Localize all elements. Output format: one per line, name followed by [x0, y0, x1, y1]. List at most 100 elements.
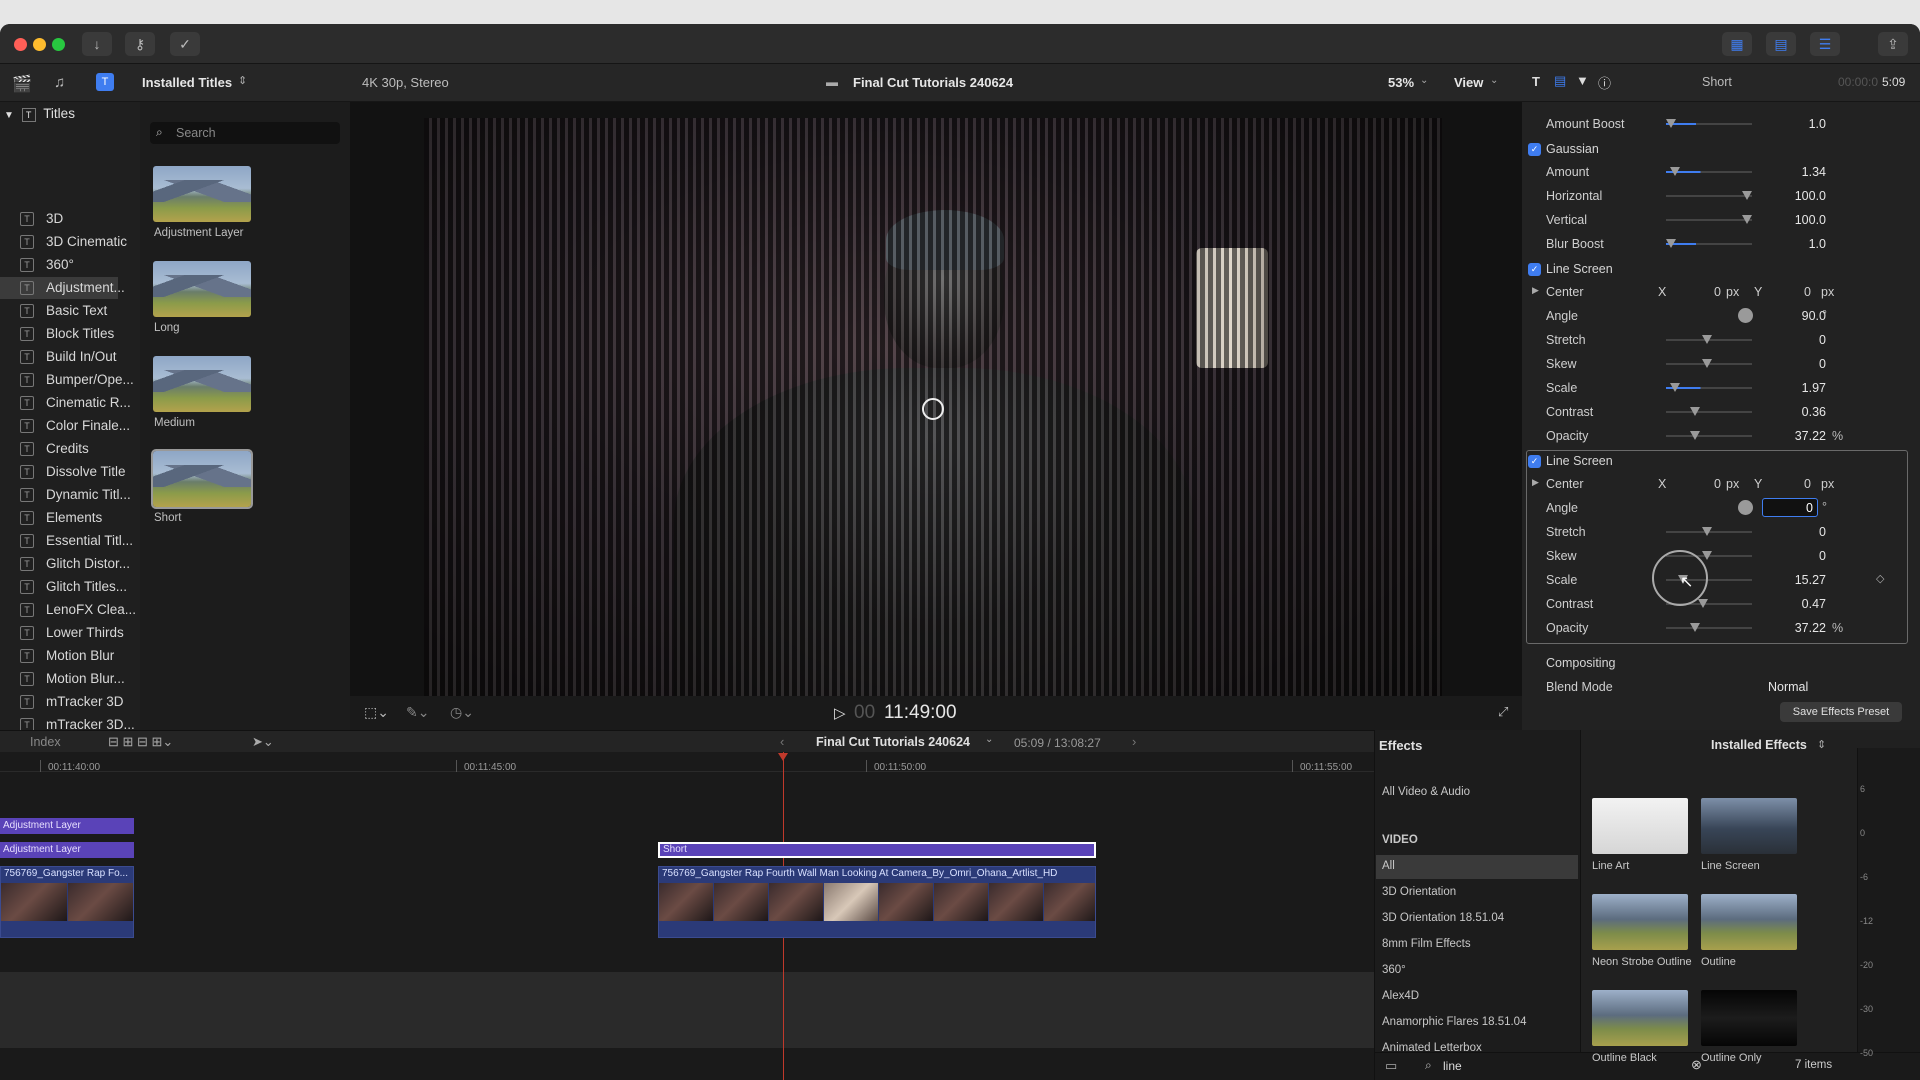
sidebar-item[interactable]: T Basic Text: [20, 300, 140, 322]
sidebar-item[interactable]: T Motion Blur: [20, 645, 140, 667]
video-inspector-icon[interactable]: ▤: [1554, 73, 1566, 89]
disclosure-triangle-icon[interactable]: ▼: [4, 110, 14, 121]
title-thumbnail[interactable]: [153, 166, 251, 222]
center-y-value[interactable]: 0: [1804, 285, 1811, 299]
value-slider[interactable]: [1666, 383, 1752, 392]
search-field[interactable]: ⌕ Search: [150, 122, 340, 144]
center-x-value[interactable]: 0: [1714, 477, 1721, 491]
value-slider[interactable]: [1666, 239, 1752, 248]
effect-enabled-checkbox[interactable]: ✓: [1528, 143, 1541, 156]
value-slider[interactable]: [1666, 623, 1752, 632]
inspector-layout-button[interactable]: ☰: [1810, 32, 1840, 56]
effect-enabled-checkbox[interactable]: ✓: [1528, 455, 1541, 468]
effect-thumbnail[interactable]: [1701, 990, 1797, 1046]
sidebar-item[interactable]: T Adjustment...: [0, 277, 125, 299]
titles-icon[interactable]: T: [96, 73, 114, 91]
title-thumbnail[interactable]: [153, 356, 251, 412]
speed-icon[interactable]: ◷⌄: [450, 704, 474, 721]
installed-effects-dropdown[interactable]: Installed Effects: [1711, 738, 1807, 752]
filter-icon[interactable]: ▼: [1576, 73, 1589, 88]
parameter-value[interactable]: 37.22: [1795, 429, 1826, 443]
timeline-layout-button[interactable]: ▤: [1766, 32, 1796, 56]
slider-knob[interactable]: [1670, 383, 1680, 392]
select-tool-icon[interactable]: ➤⌄: [252, 734, 274, 750]
center-crosshair-icon[interactable]: [922, 398, 944, 420]
parameter-value[interactable]: 0: [1819, 525, 1826, 539]
sidebar-item[interactable]: T Cinematic R...: [20, 392, 140, 414]
sidebar-item[interactable]: T Color Finale...: [20, 415, 140, 437]
sidebar-item[interactable]: T Build In/Out: [20, 346, 140, 368]
value-slider[interactable]: [1666, 191, 1752, 200]
play-icon[interactable]: ▷: [834, 704, 846, 722]
effect-thumbnail[interactable]: [1701, 894, 1797, 950]
disclosure-triangle-icon[interactable]: ▶: [1532, 477, 1539, 488]
parameter-value[interactable]: 0: [1819, 549, 1826, 563]
parameter-value[interactable]: 1.97: [1802, 381, 1826, 395]
sidebar-item[interactable]: T Bumper/Ope...: [20, 369, 140, 391]
import-button[interactable]: ↓: [82, 32, 112, 56]
forward-arrow-icon[interactable]: ›: [1132, 734, 1136, 749]
slider-knob[interactable]: [1670, 167, 1680, 176]
sidebar-toggle-icon[interactable]: ▭: [1385, 1058, 1397, 1074]
transform-icon[interactable]: ⬚⌄: [364, 704, 389, 721]
sidebar-item[interactable]: T Elements: [20, 507, 140, 529]
effects-category-item[interactable]: 3D Orientation 18.51.04: [1382, 912, 1504, 924]
sidebar-item[interactable]: T 3D Cinematic: [20, 231, 140, 253]
adjustment-layer-clip-1[interactable]: Adjustment Layer: [0, 818, 134, 834]
title-thumbnail[interactable]: [153, 261, 251, 317]
angle-dial-icon[interactable]: [1738, 500, 1753, 515]
main-video-clip[interactable]: 756769_Gangster Rap Fourth Wall Man Look…: [658, 866, 1096, 938]
value-slider[interactable]: [1666, 431, 1752, 440]
value-slider[interactable]: [1666, 407, 1752, 416]
value-slider[interactable]: [1666, 119, 1752, 128]
blend-mode-dropdown[interactable]: Normal: [1768, 680, 1808, 694]
effects-category-item[interactable]: Anamorphic Flares 18.51.04: [1382, 1016, 1526, 1028]
zoom-dropdown[interactable]: 53%: [1388, 75, 1414, 90]
view-dropdown[interactable]: View: [1454, 75, 1483, 90]
titles-root[interactable]: ▼ T Titles: [4, 106, 75, 126]
effects-search-input[interactable]: line: [1443, 1059, 1462, 1073]
libraries-icon[interactable]: 🎬: [12, 74, 32, 94]
angle-value[interactable]: 0: [1762, 498, 1818, 517]
effects-category-item[interactable]: 3D Orientation: [1382, 886, 1456, 898]
title-thumbnail[interactable]: [151, 449, 253, 509]
sidebar-item[interactable]: T Motion Blur...: [20, 668, 140, 690]
photos-icon[interactable]: ♫: [54, 74, 65, 91]
center-x-value[interactable]: 0: [1714, 285, 1721, 299]
fullscreen-icon[interactable]: ⤢: [1498, 704, 1508, 720]
slider-knob[interactable]: [1690, 407, 1700, 416]
value-slider[interactable]: [1666, 167, 1752, 176]
effect-section[interactable]: ✓ Gaussian: [1528, 139, 1906, 161]
parameter-value[interactable]: 0: [1819, 333, 1826, 347]
effects-category-item[interactable]: All: [1382, 860, 1395, 872]
sidebar-item[interactable]: T Essential Titl...: [20, 530, 140, 552]
angle-dial-icon[interactable]: [1738, 308, 1753, 323]
effects-category-item[interactable]: Animated Letterbox: [1382, 1042, 1482, 1054]
effect-thumbnail[interactable]: [1592, 798, 1688, 854]
parameter-value[interactable]: 0.36: [1802, 405, 1826, 419]
effects-category-item[interactable]: 360°: [1382, 964, 1406, 976]
adjustment-layer-clip-2[interactable]: Adjustment Layer: [0, 842, 134, 858]
installed-titles-dropdown[interactable]: Installed Titles: [142, 75, 232, 90]
slider-knob[interactable]: [1690, 431, 1700, 440]
title-inspector-icon[interactable]: T: [1532, 74, 1540, 89]
parameter-value[interactable]: 1.0: [1809, 237, 1826, 251]
sidebar-item[interactable]: T Dynamic Titl...: [20, 484, 140, 506]
effect-thumbnail[interactable]: [1592, 894, 1688, 950]
effect-section[interactable]: ✓ Line Screen: [1528, 451, 1906, 473]
sidebar-item[interactable]: T Block Titles: [20, 323, 140, 345]
parameter-value[interactable]: 0.47: [1802, 597, 1826, 611]
sidebar-item[interactable]: T 360°: [20, 254, 140, 276]
slider-knob[interactable]: [1702, 527, 1712, 536]
parameter-value[interactable]: 1.34: [1802, 165, 1826, 179]
value-slider[interactable]: [1666, 359, 1752, 368]
keywords-button[interactable]: ⚷: [125, 32, 155, 56]
value-slider[interactable]: [1666, 215, 1752, 224]
parameter-value[interactable]: 100.0: [1795, 189, 1826, 203]
left-video-clip[interactable]: 756769_Gangster Rap Fo...: [0, 866, 134, 938]
sidebar-item[interactable]: T 3D: [20, 208, 140, 230]
effect-enabled-checkbox[interactable]: ✓: [1528, 263, 1541, 276]
sidebar-item[interactable]: T Credits: [20, 438, 140, 460]
effect-section[interactable]: ✓ Line Screen: [1528, 259, 1906, 281]
parameter-value[interactable]: 0: [1819, 357, 1826, 371]
